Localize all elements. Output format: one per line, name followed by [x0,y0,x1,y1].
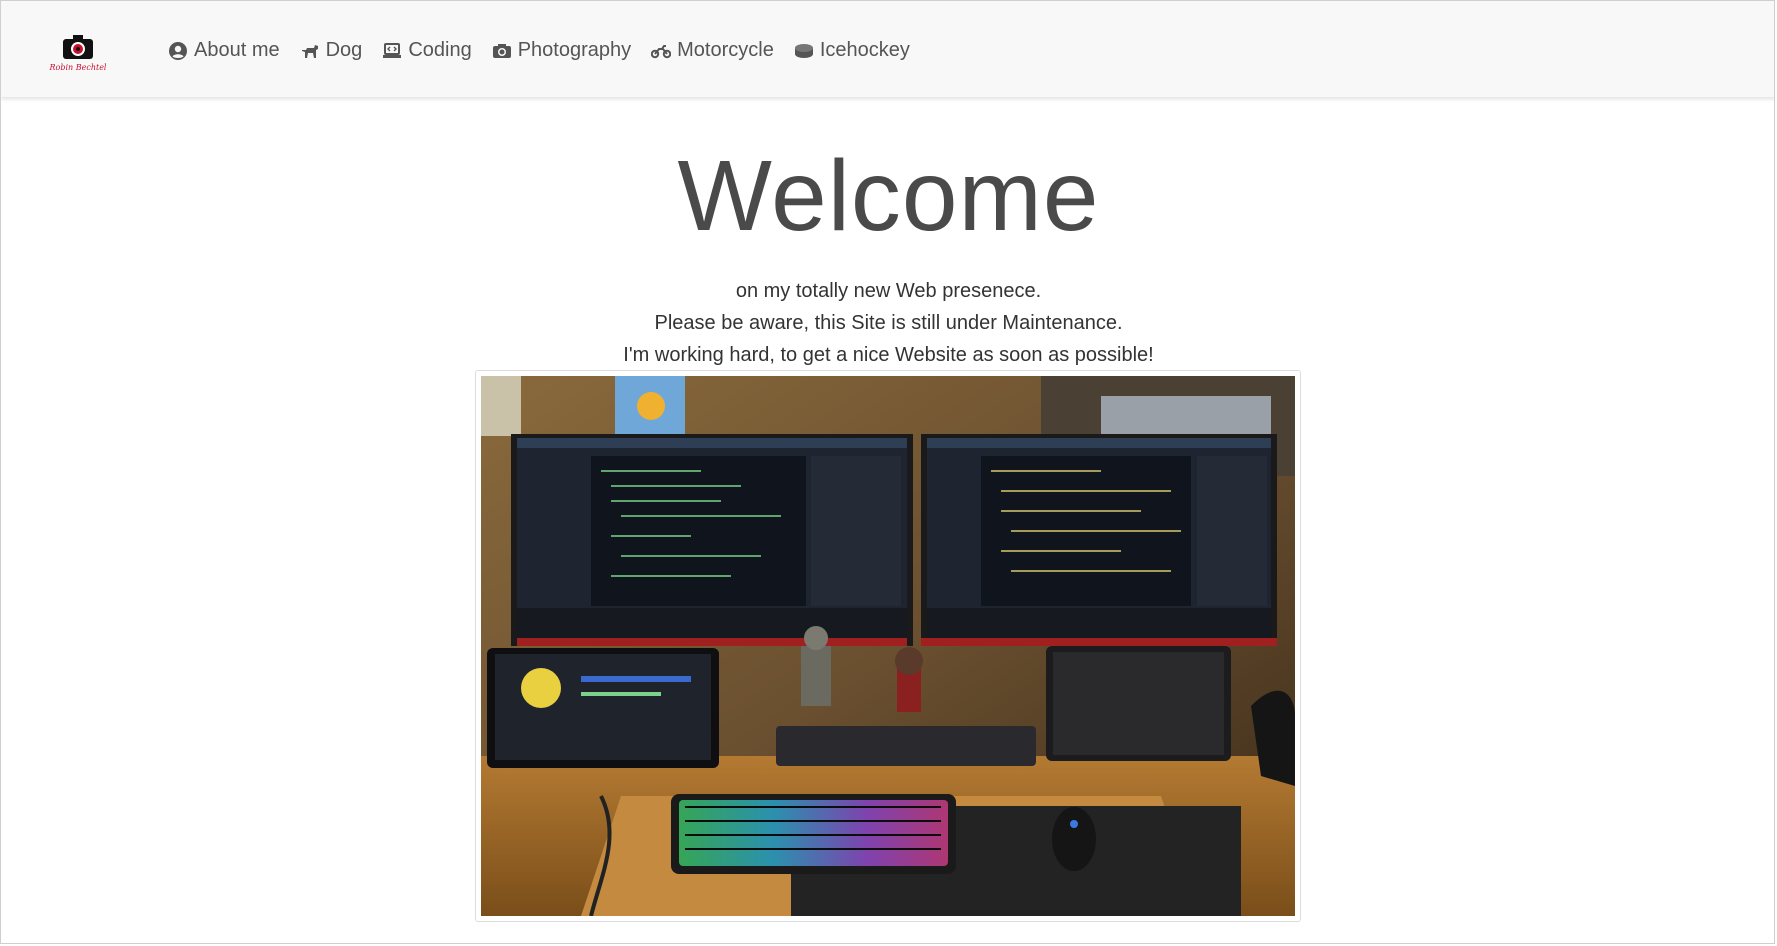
camera-icon [492,41,512,61]
nav-coding-label: Coding [408,39,472,61]
intro-line: I'm working hard, to get a nice Website … [623,344,1154,366]
navbar: Robin Bechtel About me Dog Coding Photog… [1,1,1774,97]
nav-links: About me Dog Coding Photography Motorcyc… [168,39,930,62]
intro-line: Please be aware, this Site is still unde… [654,312,1123,334]
nav-motorcycle-label: Motorcycle [677,39,774,61]
user-circle-icon [168,41,188,61]
logo-signature: Robin Bechtel [49,63,107,72]
nav-motorcycle[interactable]: Motorcycle [651,39,774,62]
dog-icon [300,41,320,61]
nav-photography[interactable]: Photography [492,39,631,62]
page-title: Welcome [677,140,1100,252]
nav-icehockey-label: Icehockey [819,39,910,61]
motorcycle-icon [651,41,672,61]
nav-dog-label: Dog [325,39,363,61]
camera-logo-icon: Robin Bechtel [49,35,107,72]
hockey-puck-icon [794,41,814,61]
intro-line: on my totally new Web presenece. [735,280,1042,302]
nav-about-me-label: About me [194,39,280,61]
desk-photo-frame [475,370,1301,922]
nav-dog[interactable]: Dog [300,39,363,62]
laptop-code-icon [382,41,402,61]
intro-text: on my totally new Web presenece. Please … [1,275,1774,371]
brand-logo[interactable]: Robin Bechtel [43,33,113,73]
page: Robin Bechtel About me Dog Coding Photog… [0,0,1775,944]
desk-setup-photo [481,376,1295,916]
nav-photography-label: Photography [517,39,632,61]
nav-icehockey[interactable]: Icehockey [794,39,910,62]
nav-coding[interactable]: Coding [382,39,472,62]
nav-about-me[interactable]: About me [168,39,280,62]
